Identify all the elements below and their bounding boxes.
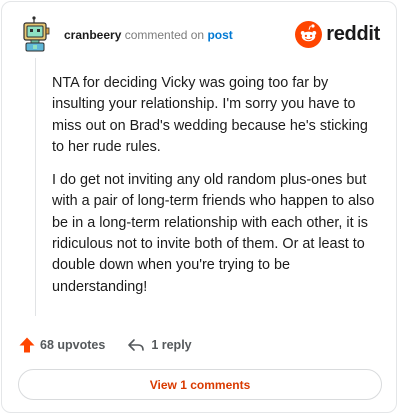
reddit-logo[interactable]: reddit [295,20,380,48]
reply-button[interactable]: 1 reply [127,337,192,353]
view-comments-button[interactable]: View 1 comments [18,369,382,400]
comment-actions: 68 upvotes 1 reply [18,335,192,355]
reddit-wordmark: reddit [326,22,380,45]
username[interactable]: cranbeery [64,28,121,42]
comment-meta: cranbeery commented on post [64,28,233,42]
thread-line [35,58,36,316]
reply-count: 1 reply [151,338,192,352]
reddit-alien-icon [295,20,323,48]
comment-paragraph-2: I do get not inviting any old random plu… [52,172,375,295]
upvote-count: 68 upvotes [40,338,106,352]
comment-paragraph-1: NTA for deciding Vicky was going too far… [52,75,368,155]
reply-arrow-icon [128,339,145,351]
upvote-arrow-icon [19,337,35,353]
robot-avatar-icon [23,16,50,52]
post-link[interactable]: post [207,28,232,42]
comment-card: cranbeery commented on post reddit NTA f… [1,1,397,413]
commented-on-text: commented on [124,28,205,42]
upvote-button[interactable]: 68 upvotes [18,336,105,354]
avatar[interactable] [20,16,52,52]
comment-body: NTA for deciding Vicky was going too far… [52,73,382,310]
comment-header: cranbeery commented on post reddit [20,16,380,56]
